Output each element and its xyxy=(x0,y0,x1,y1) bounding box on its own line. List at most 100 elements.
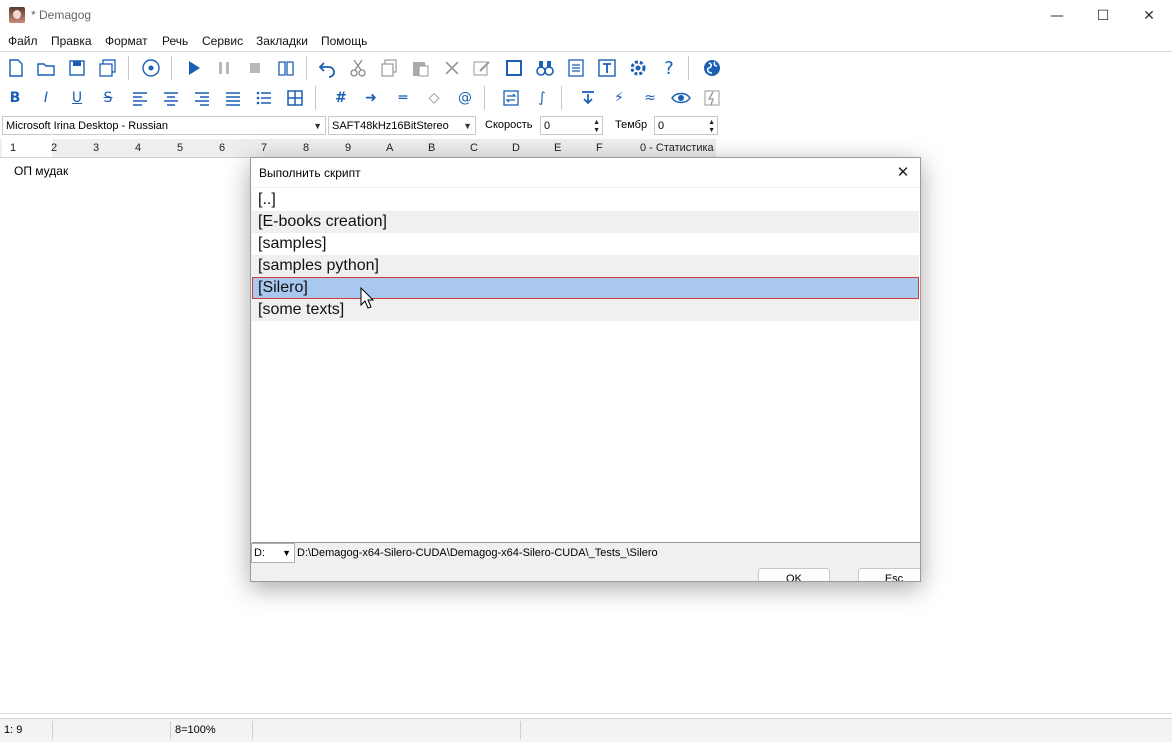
toolbar-separator xyxy=(171,56,172,80)
tab-a[interactable]: A xyxy=(386,139,393,157)
tab-3[interactable]: 3 xyxy=(93,139,99,157)
close-window-button[interactable]: ✕ xyxy=(1126,0,1172,32)
at-button[interactable]: @ xyxy=(454,87,476,109)
current-path: D:\Demagog-x64-Silero-CUDA\Demagog-x64-S… xyxy=(297,547,658,559)
gear-icon[interactable] xyxy=(626,56,650,80)
tab-8[interactable]: 8 xyxy=(303,139,309,157)
spin-up-icon[interactable]: ▲ xyxy=(593,119,600,126)
underline-button[interactable]: U xyxy=(66,87,88,109)
divider xyxy=(0,713,1172,714)
equals-button[interactable]: ═ xyxy=(392,87,414,109)
globe-icon[interactable] xyxy=(700,56,724,80)
strikethrough-button[interactable]: S xyxy=(97,87,119,109)
esc-button[interactable]: Esc xyxy=(858,568,920,581)
tab-d[interactable]: D xyxy=(512,139,520,157)
lightning-button[interactable]: ⚡ xyxy=(608,87,630,109)
table-icon[interactable] xyxy=(283,86,307,110)
hash-button[interactable]: # xyxy=(330,87,352,109)
menu-service[interactable]: Сервис xyxy=(202,34,243,48)
script-list[interactable]: [..] [E-books creation] [samples] [sampl… xyxy=(252,188,920,543)
menu-file[interactable]: Файл xyxy=(8,34,38,48)
menu-bookmarks[interactable]: Закладки xyxy=(256,34,308,48)
arrow-button[interactable]: ➜ xyxy=(360,87,382,109)
edit-icon[interactable] xyxy=(470,56,494,80)
maximize-button[interactable]: ☐ xyxy=(1080,0,1126,32)
menu-edit[interactable]: Правка xyxy=(51,34,92,48)
audio-format-select[interactable]: SAFT48kHz16BitStereo ▼ xyxy=(328,116,476,135)
tab-c[interactable]: C xyxy=(470,139,478,157)
tab-5[interactable]: 5 xyxy=(177,139,183,157)
menu-format[interactable]: Формат xyxy=(105,34,148,48)
delete-icon[interactable] xyxy=(440,56,464,80)
stop-icon[interactable] xyxy=(243,56,267,80)
save-all-icon[interactable] xyxy=(96,56,120,80)
lightning-box-icon[interactable] xyxy=(700,86,724,110)
tab-2[interactable]: 2 xyxy=(51,139,57,157)
tab-e[interactable]: E xyxy=(554,139,561,157)
bold-button[interactable]: B xyxy=(4,87,26,109)
binoculars-icon[interactable] xyxy=(533,56,557,80)
tab-b[interactable]: B xyxy=(428,139,435,157)
spin-down-icon[interactable]: ▼ xyxy=(708,127,715,134)
help-icon[interactable]: ? xyxy=(657,56,681,80)
dialog-title: Выполнить скрипт xyxy=(259,166,361,180)
italic-button[interactable]: I xyxy=(35,87,57,109)
document-list-icon[interactable] xyxy=(564,56,588,80)
speed-value: 0 xyxy=(544,120,551,132)
undo-icon[interactable] xyxy=(316,56,340,80)
integral-button[interactable]: ∫ xyxy=(531,87,553,109)
tab-1[interactable]: 1 xyxy=(2,139,52,157)
ok-button[interactable]: OK xyxy=(758,568,830,581)
close-icon[interactable]: ✕ xyxy=(892,161,914,183)
list-item[interactable]: [samples python] xyxy=(252,255,919,277)
pitch-stepper[interactable]: 0 ▲ ▼ xyxy=(654,116,718,135)
copy-icon[interactable] xyxy=(377,56,401,80)
text-box-icon[interactable] xyxy=(595,56,619,80)
diamond-button[interactable]: ◇ xyxy=(423,87,445,109)
tab-4[interactable]: 4 xyxy=(135,139,141,157)
align-left-icon[interactable] xyxy=(128,86,152,110)
spin-up-icon[interactable]: ▲ xyxy=(708,119,715,126)
frame-icon[interactable] xyxy=(502,56,526,80)
list-item[interactable]: [samples] xyxy=(252,233,919,255)
menu-speech[interactable]: Речь xyxy=(162,34,188,48)
paste-icon[interactable] xyxy=(408,56,432,80)
tab-7[interactable]: 7 xyxy=(261,139,267,157)
toolbar-separator xyxy=(315,86,316,110)
list-item[interactable]: [..] xyxy=(252,189,919,211)
minimize-button[interactable]: — xyxy=(1034,0,1080,32)
voice-engine-value: Microsoft Irina Desktop - Russian xyxy=(6,120,168,132)
play-icon[interactable] xyxy=(182,56,206,80)
list-item-selected[interactable]: [Silero] xyxy=(252,277,919,299)
eye-icon[interactable] xyxy=(669,86,693,110)
tab-f[interactable]: F xyxy=(596,139,603,157)
list-icon[interactable] xyxy=(252,86,276,110)
align-center-icon[interactable] xyxy=(159,86,183,110)
save-icon[interactable] xyxy=(65,56,89,80)
tab-6[interactable]: 6 xyxy=(219,139,225,157)
open-folder-icon[interactable] xyxy=(34,56,58,80)
new-file-icon[interactable] xyxy=(4,56,28,80)
justify-icon[interactable] xyxy=(221,86,245,110)
tab-statistics[interactable]: 0 - Статистика xyxy=(640,139,714,157)
cd-icon[interactable] xyxy=(139,56,163,80)
document-text[interactable]: ОП мудак xyxy=(14,164,68,178)
menu-help[interactable]: Помощь xyxy=(321,34,367,48)
list-item[interactable]: [some texts] xyxy=(252,299,919,321)
download-icon[interactable] xyxy=(576,86,600,110)
spin-down-icon[interactable]: ▼ xyxy=(593,127,600,134)
align-right-icon[interactable] xyxy=(190,86,214,110)
status-bar: 1: 9 8=100% xyxy=(0,718,1172,742)
voice-engine-select[interactable]: Microsoft Irina Desktop - Russian ▼ xyxy=(2,116,326,135)
list-item[interactable]: [E-books creation] xyxy=(252,211,919,233)
speed-stepper[interactable]: 0 ▲ ▼ xyxy=(540,116,603,135)
pause-icon[interactable] xyxy=(212,56,236,80)
toolbar-separator xyxy=(561,86,562,110)
tilde-button[interactable]: ≈ xyxy=(639,87,661,109)
drive-select[interactable]: D: ▼ xyxy=(251,543,295,563)
tab-9[interactable]: 9 xyxy=(345,139,351,157)
cut-icon[interactable] xyxy=(346,56,370,80)
transfer-icon[interactable] xyxy=(499,86,523,110)
book-icon[interactable] xyxy=(274,56,298,80)
menu-bar: Файл Правка Формат Речь Сервис Закладки … xyxy=(0,32,1172,51)
